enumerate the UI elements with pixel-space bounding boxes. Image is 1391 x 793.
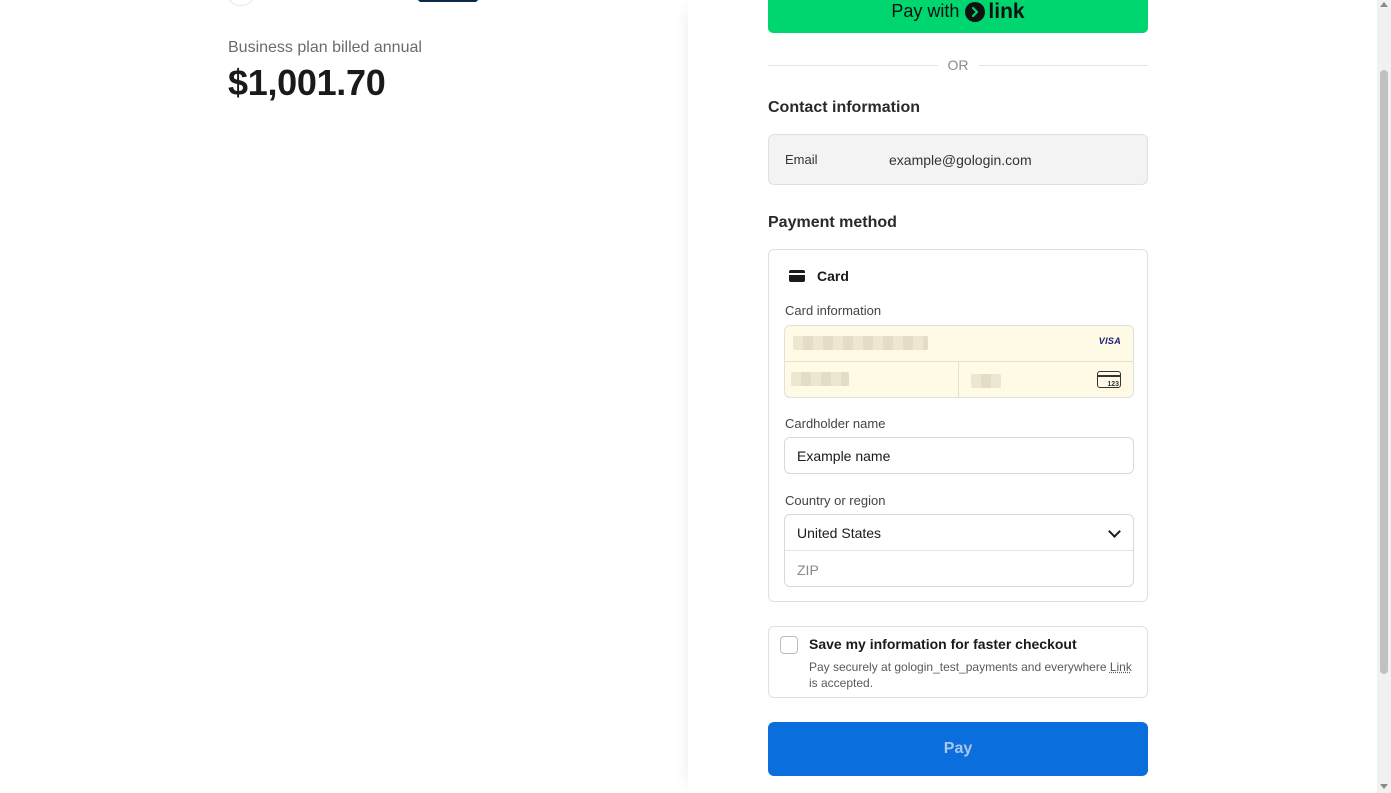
link-info-link[interactable]: Link <box>1110 660 1132 674</box>
pay-button[interactable]: Pay <box>768 722 1148 776</box>
payment-section-title: Payment method <box>768 214 897 231</box>
plan-label: Business plan billed annual <box>228 39 422 56</box>
pay-with-label: Pay with <box>891 1 960 21</box>
divider-line-left <box>768 64 938 66</box>
link-brand-text: link <box>988 0 1025 23</box>
expiry-redacted <box>791 372 849 386</box>
save-info-description: Pay securely at gologin_test_payments an… <box>809 660 1132 690</box>
card-number-redacted <box>793 336 928 350</box>
link-logo: link <box>965 0 1025 24</box>
checkout-page: Business plan billed annual $1,001.70 Pa… <box>0 0 1391 793</box>
email-value: example@gologin.com <box>889 151 1032 168</box>
scrollbar-thumb[interactable] <box>1380 70 1388 674</box>
country-value: United States <box>797 524 882 541</box>
card-info-group: VISA 123 <box>784 325 1134 398</box>
visa-icon: VISA <box>1098 336 1121 346</box>
scroll-up-arrow-icon[interactable] <box>1380 2 1388 7</box>
email-label: Email <box>785 152 818 167</box>
order-summary-panel: Business plan billed annual $1,001.70 <box>0 0 688 793</box>
save-info-title: Save my information for faster checkout <box>809 636 1077 652</box>
contact-section-title: Contact information <box>768 99 920 116</box>
divider-line-right <box>978 64 1148 66</box>
or-divider: OR <box>768 56 1148 74</box>
scroll-down-arrow-icon[interactable] <box>1380 784 1388 789</box>
cardholder-label: Cardholder name <box>785 416 886 431</box>
card-method-label: Card <box>817 268 849 284</box>
back-button[interactable] <box>228 0 254 6</box>
zip-input[interactable]: ZIP <box>785 551 1133 588</box>
credit-card-icon <box>789 270 805 282</box>
save-info-checkbox[interactable] <box>780 636 798 654</box>
cardholder-value: Example name <box>797 447 891 464</box>
page-scrollbar[interactable] <box>1377 0 1391 793</box>
country-label: Country or region <box>785 493 886 508</box>
card-info-label: Card information <box>785 303 882 318</box>
or-label: OR <box>947 57 969 73</box>
card-method-option[interactable]: Card <box>789 268 849 284</box>
payment-method-box: Card Card information VISA 123 Cardholde… <box>768 249 1148 602</box>
chevron-down-icon <box>1108 525 1121 538</box>
card-expiry-input[interactable] <box>785 362 959 397</box>
card-number-input[interactable]: VISA <box>785 326 1133 362</box>
country-select[interactable]: United States <box>785 515 1133 551</box>
pay-with-link-button[interactable]: Pay with link <box>768 0 1148 33</box>
plan-price: $1,001.70 <box>228 62 386 103</box>
email-field[interactable]: Email example@gologin.com <box>768 134 1148 185</box>
cvc-icon: 123 <box>1097 371 1121 388</box>
save-info-box: Save my information for faster checkout … <box>768 626 1148 698</box>
cvc-redacted <box>971 374 1001 388</box>
test-mode-badge <box>418 0 478 2</box>
cardholder-name-input[interactable]: Example name <box>784 437 1134 474</box>
zip-placeholder: ZIP <box>797 561 819 578</box>
card-cvc-input[interactable]: 123 <box>959 362 1133 397</box>
payment-panel: Pay with link OR Contact information Ema… <box>688 0 1377 793</box>
link-arrow-icon <box>965 1 986 22</box>
country-group: United States ZIP <box>784 514 1134 587</box>
